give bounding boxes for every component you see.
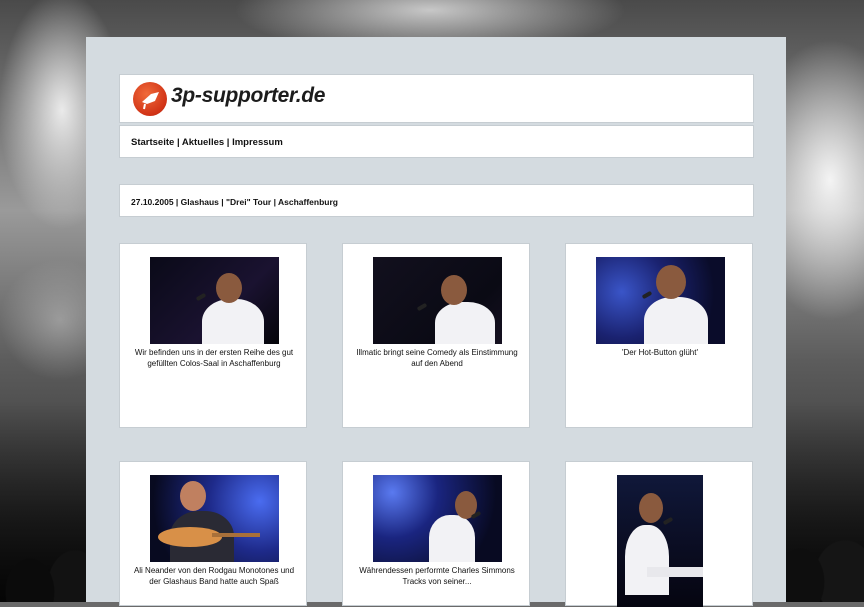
gallery-photo[interactable]: [150, 257, 279, 344]
gallery-photo[interactable]: [617, 475, 703, 607]
content-panel: 3p-supporter.de Startseite | Aktuelles |…: [86, 37, 786, 607]
photo-caption: Ali Neander von den Rodgau Monotones und…: [133, 566, 295, 586]
gallery-photo[interactable]: [373, 257, 502, 344]
photo-caption: Wir befinden uns in der ersten Reihe des…: [134, 348, 294, 368]
site-header: 3p-supporter.de: [119, 74, 754, 123]
gallery-card: [565, 461, 753, 607]
gallery-photo[interactable]: [596, 257, 725, 344]
gallery-card: Wir befinden uns in der ersten Reihe des…: [119, 243, 307, 428]
photo-caption: Illmatic bringt seine Comedy als Einstim…: [356, 348, 518, 368]
gallery-card: 'Der Hot-Button glüht': [565, 243, 753, 428]
nav-separator: |: [174, 137, 182, 148]
nav-separator: |: [224, 137, 233, 148]
gallery-card: Illmatic bringt seine Comedy als Einstim…: [342, 243, 530, 428]
nav-aktuelles[interactable]: Aktuelles: [182, 137, 224, 148]
nav-startseite[interactable]: Startseite: [131, 137, 174, 148]
nav-impressum[interactable]: Impressum: [232, 137, 283, 148]
gallery-card: Währendessen performte Charles Simmons T…: [342, 461, 530, 606]
site-logo-text[interactable]: 3p-supporter.de: [171, 84, 326, 108]
photo-caption: Währendessen performte Charles Simmons T…: [359, 566, 515, 586]
main-navigation: Startseite | Aktuelles | Impressum: [119, 125, 754, 158]
photo-caption: 'Der Hot-Button glüht': [622, 348, 698, 357]
breadcrumb: 27.10.2005 | Glashaus | "Drei" Tour | As…: [119, 184, 754, 217]
gallery-photo[interactable]: [150, 475, 279, 562]
breadcrumb-text: 27.10.2005 | Glashaus | "Drei" Tour | As…: [131, 197, 338, 207]
logo-icon[interactable]: [133, 82, 167, 116]
gallery-card: Ali Neander von den Rodgau Monotones und…: [119, 461, 307, 606]
gallery-photo[interactable]: [373, 475, 502, 562]
